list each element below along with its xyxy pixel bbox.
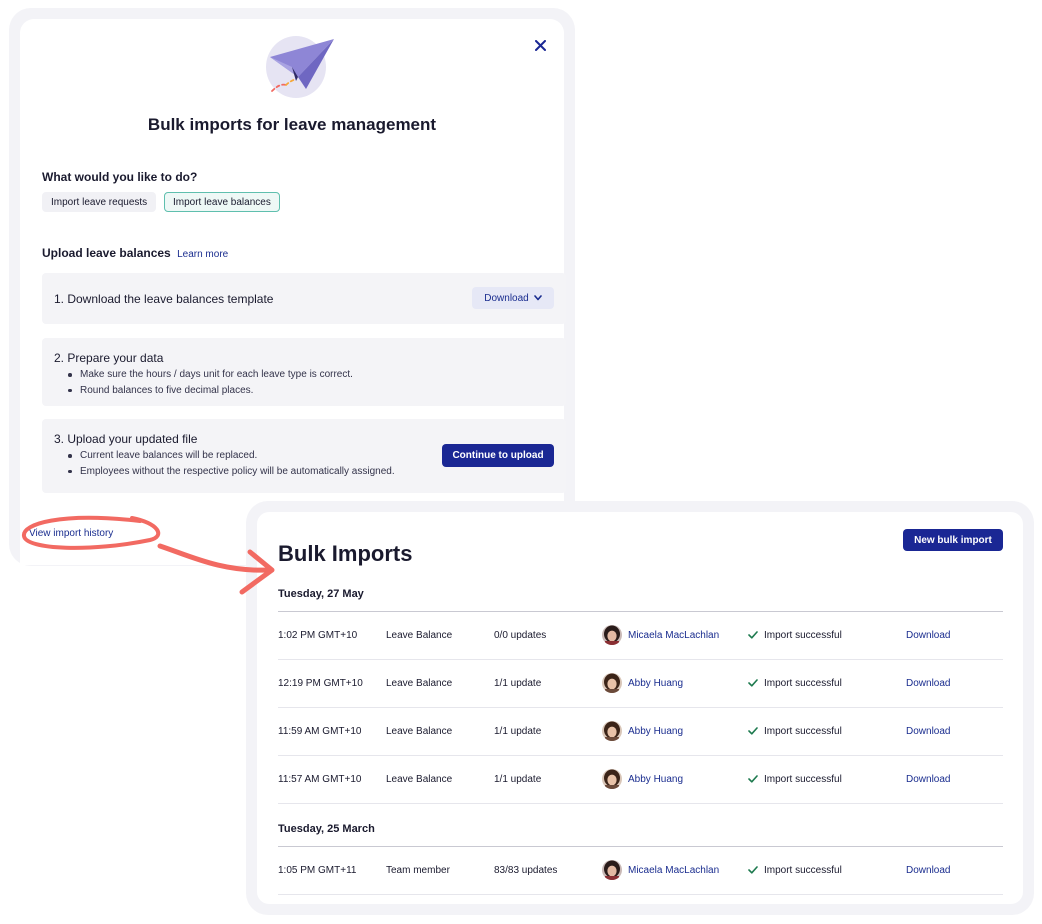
download-link[interactable]: Download (906, 846, 950, 894)
chevron-down-icon (533, 295, 542, 301)
bullet-item: Current leave balances will be replaced. (68, 448, 395, 464)
option-import-leave-requests[interactable]: Import leave requests (42, 192, 157, 212)
import-type: Leave Balance (386, 677, 453, 689)
import-updates: 1/1 update (494, 773, 542, 785)
avatar-icon (602, 673, 622, 693)
upload-section-title: Upload leave balances Learn more (42, 246, 228, 260)
avatar (602, 769, 622, 789)
table-row: 1:02 PM GMT+10 Leave Balance 0/0 updates Mi… (278, 611, 1003, 659)
step-bullets: Make sure the hours / days unit for each… (68, 367, 353, 398)
download-link[interactable]: Download (906, 611, 950, 659)
step-title: 3. Upload your updated file (54, 432, 198, 446)
user-name-link[interactable]: Abby Huang (628, 678, 683, 689)
new-bulk-import-button[interactable]: New bulk import (903, 529, 1003, 551)
import-status: Import successful (748, 707, 842, 755)
avatar-icon (602, 721, 622, 741)
import-time: 11:59 AM GMT+10 (278, 725, 362, 737)
upload-title-text: Upload leave balances (42, 246, 171, 260)
import-updates: 0/0 updates (494, 629, 547, 641)
import-updates: 83/83 updates (494, 864, 558, 876)
avatar (602, 673, 622, 693)
date-group-title: Tuesday, 25 March (278, 823, 375, 835)
download-link[interactable]: Download (906, 707, 950, 755)
user-name-link[interactable]: Abby Huang (628, 774, 683, 785)
import-user: Abby Huang (602, 707, 683, 755)
import-time: 1:05 PM GMT+11 (278, 864, 357, 876)
bulk-imports-panel: Bulk Imports New bulk import Tuesday, 27… (257, 512, 1023, 904)
step-bullets: Current leave balances will be replaced.… (68, 448, 395, 479)
step-title: 2. Prepare your data (54, 351, 164, 365)
import-user: Micaela MacLachlan (602, 611, 719, 659)
status-text: Import successful (764, 773, 842, 785)
question-label: What would you like to do? (42, 170, 198, 184)
import-type: Leave Balance (386, 725, 453, 737)
table-row: 12:19 PM GMT+10 Leave Balance 1/1 update Ab… (278, 659, 1003, 707)
download-link[interactable]: Download (906, 755, 950, 803)
learn-more-link[interactable]: Learn more (177, 249, 228, 260)
import-type: Leave Balance (386, 773, 453, 785)
check-icon (748, 727, 758, 735)
import-user: Abby Huang (602, 659, 683, 707)
bullet-item: Make sure the hours / days unit for each… (68, 367, 353, 383)
avatar (602, 721, 622, 741)
close-button[interactable] (530, 35, 550, 55)
download-link[interactable]: Download (906, 659, 950, 707)
status-text: Import successful (764, 677, 842, 689)
user-name-link[interactable]: Micaela MacLachlan (628, 630, 719, 641)
status-text: Import successful (764, 864, 842, 876)
status-text: Import successful (764, 629, 842, 641)
avatar (602, 625, 622, 645)
download-template-button[interactable]: Download (472, 287, 554, 309)
step-title: 1. Download the leave balances template (54, 292, 274, 306)
continue-to-upload-button[interactable]: Continue to upload (442, 444, 554, 467)
step-prepare-data: 2. Prepare your data Make sure the hours… (42, 338, 566, 406)
step-download-template: 1. Download the leave balances template … (42, 273, 566, 324)
date-group-title: Tuesday, 27 May (278, 588, 364, 600)
close-icon (534, 39, 546, 51)
import-status: Import successful (748, 755, 842, 803)
import-updates: 1/1 update (494, 677, 542, 689)
import-time: 1:02 PM GMT+10 (278, 629, 358, 641)
modal-title: Bulk imports for leave management (147, 115, 437, 134)
import-type: Leave Balance (386, 629, 453, 641)
page-title: Bulk Imports (278, 541, 413, 566)
bulk-imports-frame: Bulk Imports New bulk import Tuesday, 27… (246, 501, 1034, 915)
table-row: 11:59 AM GMT+10 Leave Balance 1/1 update Ab… (278, 707, 1003, 755)
import-modal: Bulk imports for leave management What w… (20, 19, 566, 565)
user-name-link[interactable]: Micaela MacLachlan (628, 865, 719, 876)
bullet-item: Employees without the respective policy … (68, 464, 395, 480)
avatar-icon (602, 769, 622, 789)
avatar (602, 860, 622, 880)
check-icon (748, 679, 758, 687)
bullet-item: Round balances to five decimal places. (68, 383, 353, 399)
check-icon (748, 866, 758, 874)
import-status: Import successful (748, 611, 842, 659)
option-import-leave-balances[interactable]: Import leave balances (164, 192, 280, 212)
import-user: Abby Huang (602, 755, 683, 803)
paper-plane-icon (266, 36, 334, 98)
row-divider (278, 803, 1003, 804)
check-icon (748, 775, 758, 783)
import-time: 12:19 PM GMT+10 (278, 677, 363, 689)
download-button-label: Download (484, 292, 529, 304)
check-icon (748, 631, 758, 639)
import-time: 11:57 AM GMT+10 (278, 773, 362, 785)
view-import-history-link[interactable]: View import history (29, 528, 113, 539)
step-upload-file: 3. Upload your updated file Current leav… (42, 419, 566, 493)
import-modal-frame: Bulk imports for leave management What w… (9, 8, 575, 566)
table-row: 1:05 PM GMT+11 Team member 83/83 updates Mi… (278, 846, 1003, 894)
row-divider (278, 894, 1003, 895)
avatar-icon (602, 860, 622, 880)
import-updates: 1/1 update (494, 725, 542, 737)
import-type: Team member (386, 864, 450, 876)
avatar-icon (602, 625, 622, 645)
import-status: Import successful (748, 846, 842, 894)
import-status: Import successful (748, 659, 842, 707)
import-user: Micaela MacLachlan (602, 846, 719, 894)
table-row: 11:57 AM GMT+10 Leave Balance 1/1 update Ab… (278, 755, 1003, 803)
status-text: Import successful (764, 725, 842, 737)
user-name-link[interactable]: Abby Huang (628, 726, 683, 737)
